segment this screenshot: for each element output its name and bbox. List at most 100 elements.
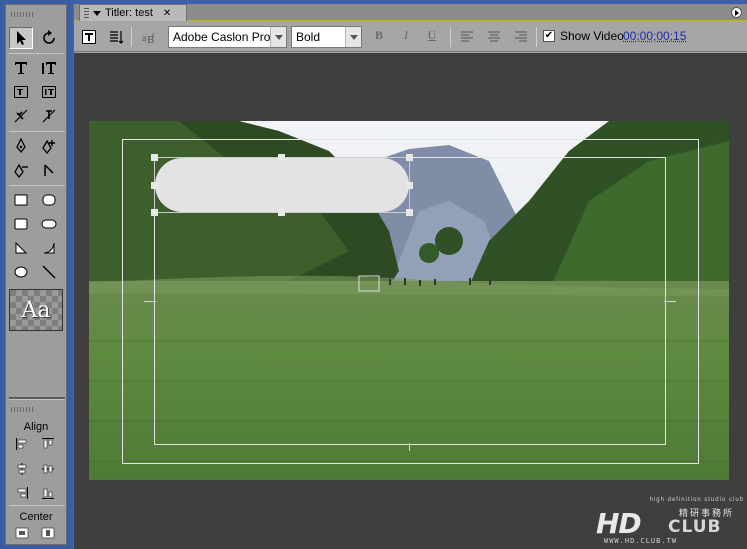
resize-handle-top[interactable] <box>278 154 285 161</box>
close-tab-icon[interactable]: ✕ <box>163 8 171 19</box>
rounded-corner-rectangle-tool[interactable] <box>37 189 61 211</box>
line-tool[interactable] <box>37 261 61 283</box>
align-bottom-icon <box>42 488 54 499</box>
selection-tool[interactable] <box>9 27 33 49</box>
delete-anchor-icon <box>14 163 28 178</box>
resize-handle-left[interactable] <box>151 182 158 189</box>
font-browser-button[interactable]: aBc <box>138 27 160 47</box>
rotation-tool[interactable] <box>37 27 61 49</box>
separator <box>536 27 537 47</box>
align-left-button[interactable] <box>13 436 31 452</box>
path-type-tool[interactable] <box>9 105 33 127</box>
titler-tab[interactable]: Titler: test ✕ <box>79 4 187 21</box>
align-center-text-button[interactable] <box>485 27 503 47</box>
templates-button[interactable] <box>80 27 98 47</box>
center-label: Center <box>19 511 53 523</box>
font-family-value: Adobe Caslon Pro <box>173 30 270 44</box>
center-mark <box>409 443 410 451</box>
underline-button[interactable]: U <box>424 28 440 46</box>
vertical-area-type-icon <box>42 86 56 98</box>
background-timecode[interactable]: 00;00;00;15 <box>623 29 686 43</box>
selection-icon <box>17 31 26 45</box>
font-style-select[interactable]: Bold <box>291 26 362 48</box>
align-vertical-center-button[interactable] <box>39 461 57 477</box>
style-sample: Aa <box>9 289 63 331</box>
area-type-icon <box>14 86 28 98</box>
center-horizontal-icon <box>15 527 29 539</box>
vertical-type-tool[interactable] <box>37 57 61 79</box>
pen-tool[interactable] <box>9 135 33 157</box>
rounded-corner-rectangle-icon <box>42 194 56 206</box>
align-right-text-button[interactable] <box>512 27 530 47</box>
vertical-type-icon <box>42 62 56 74</box>
italic-button[interactable]: I <box>398 28 414 46</box>
rectangle-tool[interactable] <box>9 189 33 211</box>
font-family-select[interactable]: Adobe Caslon Pro <box>168 26 287 48</box>
type-icon <box>15 62 27 74</box>
resize-handle-top-right[interactable] <box>406 154 413 161</box>
resize-handle-top-left[interactable] <box>151 154 158 161</box>
rounded-rectangle-icon <box>41 219 57 229</box>
resize-handle-right[interactable] <box>406 182 413 189</box>
divider <box>9 185 65 186</box>
tools-panel: Aa Align Center <box>0 0 70 549</box>
tab-title: Titler: test <box>105 7 153 19</box>
center-vertical-icon <box>41 527 55 539</box>
chevron-down-icon[interactable] <box>345 27 361 47</box>
rounded-rectangle-tool[interactable] <box>37 213 61 235</box>
align-left-text-button[interactable] <box>458 27 476 47</box>
align-bottom-button[interactable] <box>39 485 57 501</box>
center-vertical-button[interactable] <box>39 525 57 541</box>
area-type-tool[interactable] <box>9 81 33 103</box>
rotation-icon <box>43 30 55 44</box>
align-top-button[interactable] <box>39 436 57 452</box>
watermark-url: WWW.HD.CLUB.TW <box>604 537 678 545</box>
center-mark <box>144 301 156 302</box>
panel-menu-button[interactable] <box>731 7 742 18</box>
type-tool[interactable] <box>9 57 33 79</box>
align-left-icon <box>16 438 27 450</box>
show-video-checkbox[interactable]: ✔ <box>543 30 555 42</box>
vertical-path-type-tool[interactable] <box>37 105 61 127</box>
center-horizontal-button[interactable] <box>13 525 31 541</box>
ellipse-tool[interactable] <box>9 261 33 283</box>
tab-bar: Titler: test ✕ <box>74 4 747 21</box>
clipped-corner-rectangle-tool[interactable] <box>9 213 33 235</box>
selection-bounding-box <box>154 157 410 213</box>
wedge-tool[interactable] <box>9 237 33 259</box>
wedge-icon <box>15 241 28 254</box>
center-mark <box>664 301 676 302</box>
watermark-hd: HD <box>596 507 642 540</box>
convert-anchor-point-tool[interactable] <box>37 159 61 181</box>
vertical-area-type-tool[interactable] <box>37 81 61 103</box>
bold-button[interactable]: B <box>371 28 387 46</box>
tab-grip[interactable] <box>84 8 89 18</box>
chevron-down-icon[interactable] <box>270 27 286 47</box>
templates-icon <box>82 30 96 44</box>
align-right-button[interactable] <box>13 485 31 501</box>
style-sample-text: Aa <box>21 297 51 323</box>
svg-text:c: c <box>152 31 155 39</box>
show-video-label[interactable]: Show Video <box>560 29 624 43</box>
divider <box>9 131 65 132</box>
align-label: Align <box>23 421 49 433</box>
align-right-icon <box>17 487 28 499</box>
resize-handle-bottom-left[interactable] <box>151 209 158 216</box>
pen-icon <box>16 138 26 154</box>
align-panel-grip[interactable] <box>11 407 33 412</box>
align-horizontal-center-button[interactable] <box>13 461 31 477</box>
tab-menu-arrow-icon[interactable] <box>93 10 101 16</box>
path-type-icon <box>14 109 28 123</box>
add-anchor-point-tool[interactable] <box>37 135 61 157</box>
delete-anchor-point-tool[interactable] <box>9 159 33 181</box>
tab-stops-button[interactable] <box>106 27 126 47</box>
drawing-area[interactable] <box>74 53 747 549</box>
arc-tool[interactable] <box>37 237 61 259</box>
panel-grip[interactable] <box>11 12 33 17</box>
align-top-icon <box>42 438 54 449</box>
vertical-path-type-icon <box>42 109 56 123</box>
resize-handle-bottom-right[interactable] <box>406 209 413 216</box>
play-arrow-icon <box>735 9 739 16</box>
resize-handle-bottom[interactable] <box>278 209 285 216</box>
panel-separator <box>9 397 65 400</box>
